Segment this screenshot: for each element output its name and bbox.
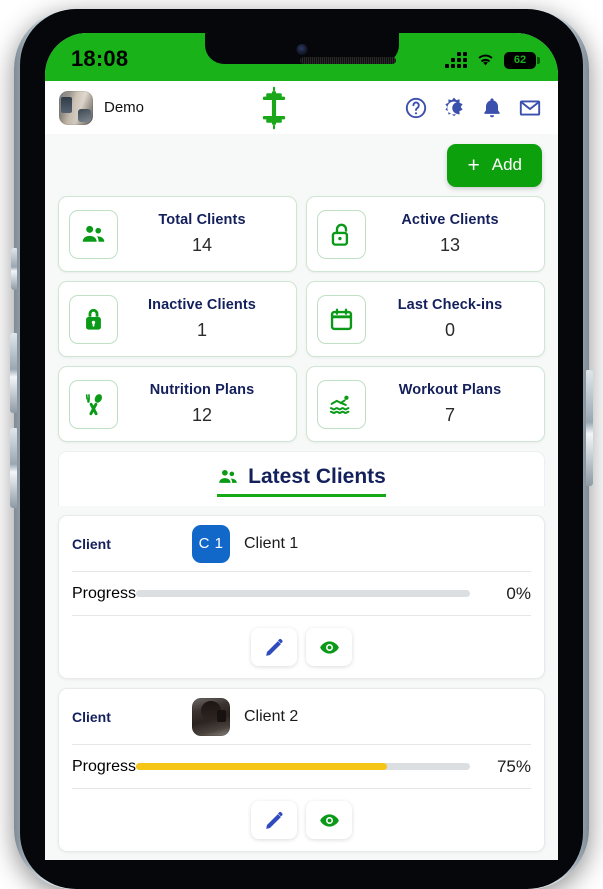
stat-value: 0 [444, 320, 455, 340]
client-progress-row: Progress 0% [72, 572, 531, 616]
view-client-button[interactable] [306, 628, 352, 666]
avatar[interactable] [59, 90, 93, 125]
client-row: Client C 1 Client 1 [72, 516, 531, 572]
eye-view-icon [319, 640, 339, 654]
phone-screen: 18:08 62 Demo + Add Total Clients 14 Act… [45, 33, 558, 860]
client-card[interactable]: Client C 1 Client 1 Progress 0% [58, 515, 545, 679]
progress-label: Progress [72, 757, 137, 775]
pencil-edit-icon [265, 811, 283, 829]
toolbar: + Add [45, 134, 558, 196]
volume-up-button[interactable] [10, 333, 17, 413]
battery-icon: 62 [504, 51, 540, 69]
stat-value: 14 [191, 235, 213, 255]
header-icons [404, 96, 542, 120]
stat-card-workout-plans[interactable]: Workout Plans 7 [306, 366, 545, 442]
wifi-icon [478, 54, 493, 66]
client-row-label: Client [72, 535, 111, 552]
stat-card-last-checkins[interactable]: Last Check-ins 0 [306, 281, 545, 357]
stat-card-nutrition-plans[interactable]: Nutrition Plans 12 [58, 366, 297, 442]
mute-switch-button[interactable] [11, 248, 17, 290]
client-row-label: Client [72, 708, 111, 725]
client-progress-row: Progress 75% [72, 745, 531, 789]
stat-label: Inactive Clients [148, 297, 256, 313]
header-account[interactable]: Demo [59, 90, 145, 125]
progress-percent: 0% [506, 583, 531, 603]
edit-client-button[interactable] [251, 628, 297, 666]
client-card[interactable]: Client Client 2 Progress 75% [58, 688, 545, 852]
help-icon[interactable] [404, 96, 428, 120]
lock-closed-icon [69, 294, 118, 344]
stat-label: Nutrition Plans [149, 382, 255, 398]
add-button-label: Add [491, 155, 522, 174]
view-client-button[interactable] [306, 801, 352, 839]
stat-value: 7 [444, 405, 455, 425]
client-actions [72, 616, 531, 678]
client-identity: Client 2 [192, 697, 299, 736]
dark-mode-icon[interactable] [442, 96, 466, 120]
dumbbell-logo-icon [262, 86, 286, 129]
lock-open-icon [317, 209, 366, 259]
status-time: 18:08 [71, 46, 129, 71]
client-initials-avatar: C 1 [192, 524, 230, 563]
stat-label: Active Clients [401, 212, 499, 228]
stat-card-total-clients[interactable]: Total Clients 14 [58, 196, 297, 272]
plus-icon: + [467, 153, 480, 177]
client-name: Client 1 [244, 534, 299, 552]
progress-label: Progress [72, 584, 137, 602]
swimmer-icon [317, 379, 366, 429]
progress-bar [136, 590, 470, 597]
stat-label: Workout Plans [398, 382, 502, 398]
stat-value: 13 [439, 235, 461, 255]
front-camera-icon [296, 44, 307, 55]
earpiece-speaker [300, 57, 396, 64]
client-photo-avatar [192, 697, 230, 736]
people-icon [69, 209, 118, 259]
eye-view-icon [319, 813, 339, 827]
volume-down-button[interactable] [10, 428, 17, 508]
page-title: Latest Clients [248, 465, 386, 488]
stat-label: Last Check-ins [397, 297, 503, 313]
progress-percent: 75% [496, 756, 531, 776]
client-row: Client Client 2 [72, 689, 531, 745]
notifications-bell-icon[interactable] [480, 96, 504, 120]
pencil-edit-icon [265, 638, 283, 656]
battery-level: 62 [513, 54, 527, 66]
stats-grid: Total Clients 14 Active Clients 13 Inact… [45, 196, 558, 442]
people-icon [219, 469, 237, 483]
mail-envelope-icon[interactable] [518, 96, 542, 120]
signal-bars-icon [445, 52, 467, 68]
edit-client-button[interactable] [251, 801, 297, 839]
progress-bar [136, 763, 470, 770]
stat-value: 12 [191, 405, 213, 425]
stat-card-active-clients[interactable]: Active Clients 13 [306, 196, 545, 272]
latest-clients-header: Latest Clients [58, 451, 545, 506]
stat-card-inactive-clients[interactable]: Inactive Clients 1 [58, 281, 297, 357]
app-header: Demo [45, 81, 558, 134]
client-name: Client 2 [244, 707, 299, 725]
latest-clients-title-wrap: Latest Clients [217, 465, 386, 497]
stat-value: 1 [196, 320, 207, 340]
account-name: Demo [104, 99, 145, 116]
calendar-icon [317, 294, 366, 344]
client-identity: C 1 Client 1 [192, 524, 299, 563]
status-indicators: 62 [445, 51, 540, 69]
client-actions [72, 789, 531, 851]
add-button[interactable]: + Add [447, 143, 542, 187]
stat-label: Total Clients [158, 212, 246, 228]
fork-spoon-icon [69, 379, 118, 429]
progress-fill [136, 763, 387, 770]
power-button[interactable] [586, 370, 593, 486]
